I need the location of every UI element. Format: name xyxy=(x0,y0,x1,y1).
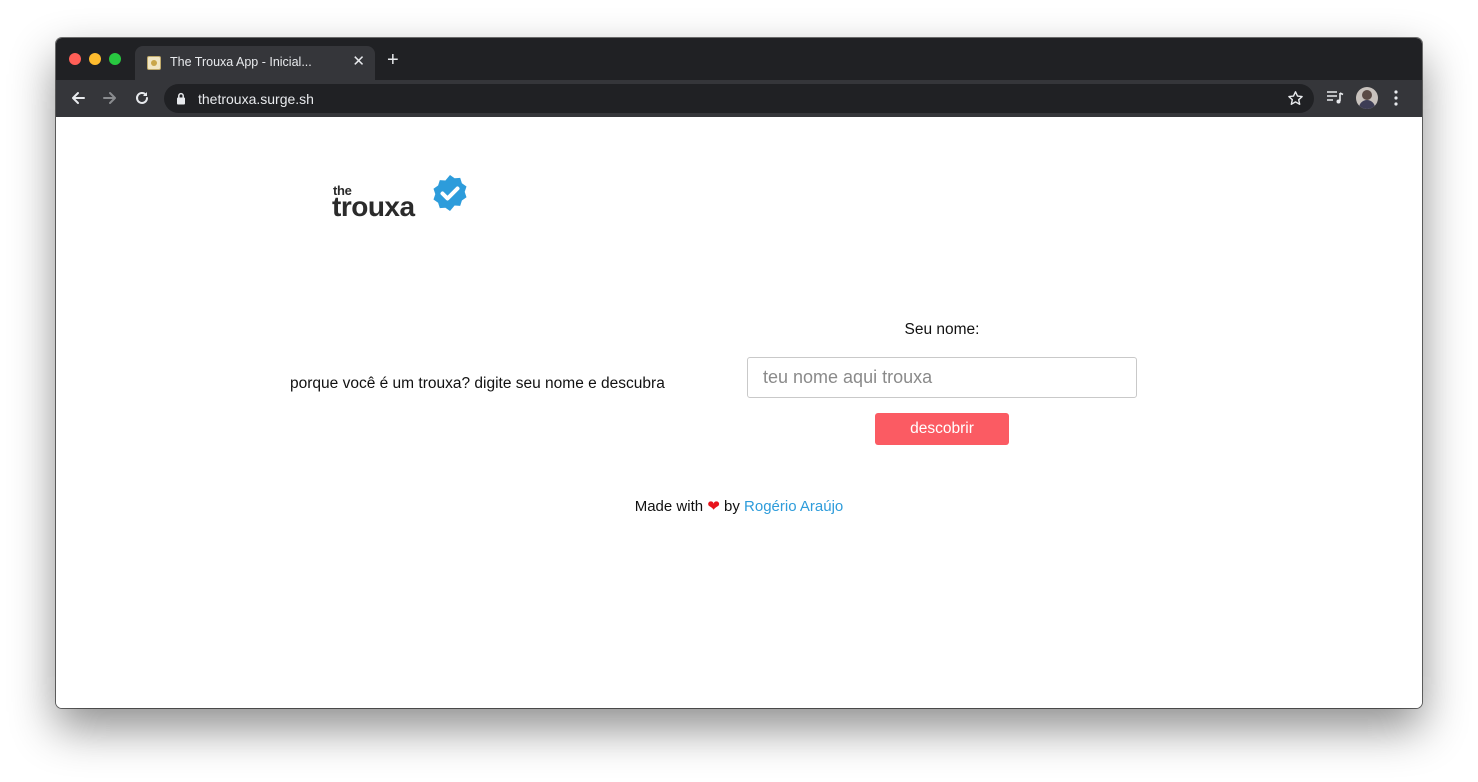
back-arrow-icon[interactable] xyxy=(69,89,87,107)
tab-close-icon[interactable]: ✕ xyxy=(352,53,365,71)
page-content: the trouxa porque você é um trouxa? digi… xyxy=(56,117,1422,708)
footer: Made with ❤ by Rogério Araújo xyxy=(56,497,1422,515)
minimize-window-button[interactable] xyxy=(89,53,101,65)
reload-icon[interactable] xyxy=(133,89,151,107)
close-window-button[interactable] xyxy=(69,53,81,65)
site-logo[interactable]: the trouxa xyxy=(332,169,472,222)
profile-avatar[interactable] xyxy=(1356,87,1378,109)
bookmark-star-icon[interactable] xyxy=(1287,90,1304,112)
forward-arrow-icon[interactable] xyxy=(101,89,119,107)
discover-button[interactable]: descobrir xyxy=(875,413,1009,445)
new-tab-button[interactable]: + xyxy=(387,50,399,70)
address-bar[interactable]: thetrouxa.surge.sh xyxy=(164,84,1314,113)
name-label: Seu nome: xyxy=(904,321,980,338)
tab-title: The Trouxa App - Inicial... xyxy=(170,55,312,69)
more-menu-icon[interactable] xyxy=(1393,90,1399,111)
author-link[interactable]: Rogério Araújo xyxy=(744,498,843,515)
maximize-window-button[interactable] xyxy=(109,53,121,65)
browser-toolbar: thetrouxa.surge.sh xyxy=(56,80,1422,117)
favicon-icon xyxy=(147,56,161,70)
url-text: thetrouxa.surge.sh xyxy=(198,91,314,107)
prompt-text: porque você é um trouxa? digite seu nome… xyxy=(290,375,665,392)
name-input[interactable] xyxy=(747,357,1137,398)
footer-by: by xyxy=(724,498,740,515)
tab-bar: The Trouxa App - Inicial... ✕ + xyxy=(56,38,1422,80)
footer-made-with: Made with xyxy=(634,498,704,515)
logo-word-text: trouxa xyxy=(332,191,415,222)
lock-icon xyxy=(176,92,186,110)
browser-window: The Trouxa App - Inicial... ✕ + thetroux… xyxy=(56,38,1422,708)
active-tab[interactable]: The Trouxa App - Inicial... ✕ xyxy=(135,46,375,80)
media-control-icon[interactable] xyxy=(1326,90,1344,111)
verified-badge-icon xyxy=(430,173,470,218)
heart-icon: ❤ xyxy=(707,498,720,515)
